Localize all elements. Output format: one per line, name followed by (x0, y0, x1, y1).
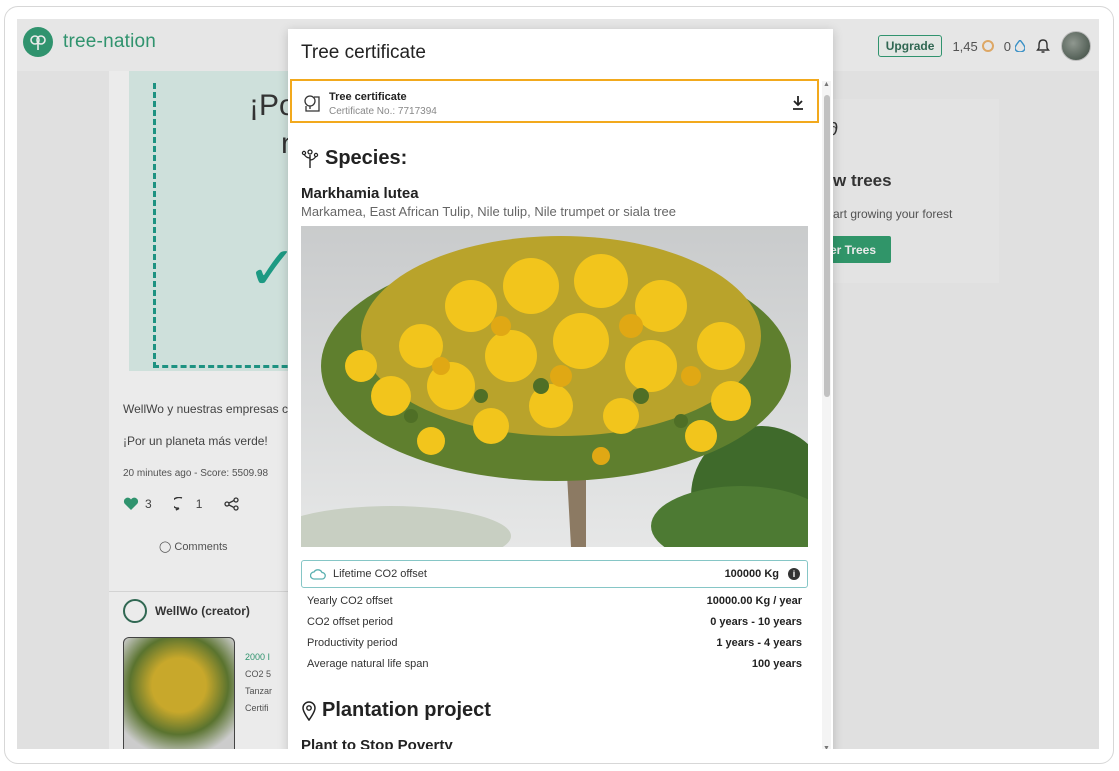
tree-photo-illustration (301, 226, 808, 547)
modal-title: Tree certificate (301, 42, 426, 63)
species-heading-text: Species: (325, 147, 408, 169)
lifetime-co2-label: Lifetime CO2 offset (333, 568, 427, 580)
stat-value: 1 years - 4 years (716, 637, 802, 649)
sprout-icon (301, 148, 319, 168)
download-icon[interactable] (791, 95, 805, 111)
species-name: Markhamia lutea (301, 185, 419, 202)
cloud-icon (310, 569, 326, 580)
stat-label: Average natural life span (307, 658, 429, 670)
stat-value: 0 years - 10 years (710, 616, 802, 628)
certificate-number: Certificate No.: 7717394 (329, 106, 437, 117)
location-pin-icon (302, 700, 316, 721)
stat-label: CO2 offset period (307, 616, 394, 628)
scroll-down-arrow-icon[interactable]: ▼ (823, 745, 830, 749)
plantation-heading-text: Plantation project (322, 699, 491, 721)
scrollbar-thumb[interactable] (824, 95, 830, 397)
stat-label: Yearly CO2 offset (307, 595, 393, 607)
species-common-names: Markamea, East African Tulip, Nile tulip… (301, 204, 676, 219)
stat-row-yearly: Yearly CO2 offset 10000.00 Kg / year (307, 595, 802, 615)
certificate-modal: Tree certificate Tree certificate Certif… (288, 29, 833, 749)
certificate-icon (304, 95, 320, 112)
stat-row-life-span: Average natural life span 100 years (307, 658, 802, 678)
plantation-heading: Plantation project (301, 699, 491, 722)
scroll-up-arrow-icon[interactable]: ▲ (823, 81, 830, 88)
info-icon[interactable]: i (788, 568, 800, 580)
stat-row-offset-period: CO2 offset period 0 years - 10 years (307, 616, 802, 636)
project-name: Plant to Stop Poverty (301, 737, 453, 749)
certificate-name: Tree certificate (329, 91, 407, 103)
lifetime-co2-row: Lifetime CO2 offset 100000 Kg i (301, 560, 808, 588)
stat-row-productivity: Productivity period 1 years - 4 years (307, 637, 802, 657)
stat-label: Productivity period (307, 637, 398, 649)
app-viewport: tree-nation Upgrade 1,45 0 ¡Po ✓ WellWo … (17, 19, 1099, 749)
certificate-item[interactable]: Tree certificate Certificate No.: 771739… (290, 79, 819, 123)
species-heading: Species: (301, 147, 407, 170)
lifetime-co2-value: 100000 Kg (724, 568, 779, 580)
stat-value: 10000.00 Kg / year (706, 595, 802, 607)
tree-photo (301, 226, 808, 547)
window-frame: tree-nation Upgrade 1,45 0 ¡Po ✓ WellWo … (4, 6, 1114, 764)
stat-value: 100 years (751, 658, 802, 670)
